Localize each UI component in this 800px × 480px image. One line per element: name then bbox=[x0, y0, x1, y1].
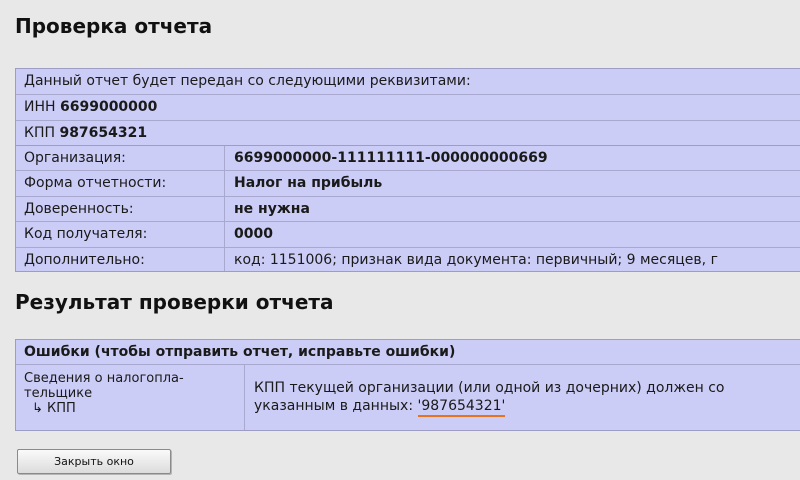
details-table: Организация: 6699000000-111111111-000000… bbox=[15, 145, 800, 272]
details-value: 0000 bbox=[234, 226, 273, 243]
error-field-line: Сведения о налогопла- bbox=[24, 371, 184, 386]
inn-row: ИНН 6699000000 bbox=[16, 95, 800, 121]
details-value: 6699000000-111111111-000000000669 bbox=[234, 150, 548, 166]
kpp-label: КПП bbox=[24, 125, 55, 141]
inn-value: 6699000000 bbox=[59, 99, 158, 115]
error-row: Сведения о налогопла- тельщике ↳ КПП КПП… bbox=[16, 365, 800, 430]
details-row-organization: Организация: 6699000000-111111111-000000… bbox=[16, 146, 800, 172]
error-subfield[interactable]: ↳ КПП bbox=[24, 401, 240, 416]
details-value: не нужна bbox=[234, 200, 310, 217]
errors-header: Ошибки (чтобы отправить отчет, исправьте… bbox=[16, 340, 800, 365]
details-value: Налог на прибыль bbox=[234, 175, 383, 192]
return-arrow-icon: ↳ bbox=[32, 401, 43, 416]
error-message: КПП текущей организации (или одной из до… bbox=[254, 379, 725, 417]
error-message-line: КПП текущей организации (или одной из до… bbox=[254, 380, 725, 396]
details-value: код: 1151006; признак вида документа: пе… bbox=[234, 251, 718, 268]
errors-table: Ошибки (чтобы отправить отчет, исправьте… bbox=[15, 339, 800, 431]
details-label: Форма отчетности: bbox=[24, 175, 167, 192]
details-label: Доверенность: bbox=[24, 200, 134, 217]
details-row-report-form: Форма отчетности: Налог на прибыль bbox=[16, 171, 800, 197]
report-check-title: Проверка отчета bbox=[15, 14, 213, 38]
error-message-prefix: указанным в данных: bbox=[254, 398, 418, 414]
requisites-intro: Данный отчет будет передан со следующими… bbox=[24, 73, 471, 89]
requisites-box: Данный отчет будет передан со следующими… bbox=[15, 68, 800, 146]
inn-label: ИНН bbox=[24, 99, 56, 115]
report-check-window: Проверка отчета Данный отчет будет перед… bbox=[0, 0, 800, 480]
error-field-line: тельщике bbox=[24, 386, 93, 401]
close-window-button[interactable]: Закрыть окно bbox=[17, 449, 171, 474]
details-row-recipient-code: Код получателя: 0000 bbox=[16, 222, 800, 248]
error-field: Сведения о налогопла- тельщике ↳ КПП bbox=[24, 371, 240, 416]
details-label: Дополнительно: bbox=[24, 251, 145, 268]
details-label: Организация: bbox=[24, 150, 126, 166]
requisites-intro-row: Данный отчет будет передан со следующими… bbox=[16, 69, 800, 95]
details-row-additional: Дополнительно: код: 1151006; признак вид… bbox=[16, 248, 800, 273]
error-kpp-value: '987654321' bbox=[417, 398, 506, 417]
kpp-value: 987654321 bbox=[59, 125, 148, 141]
kpp-row: КПП 987654321 bbox=[16, 121, 800, 147]
details-label: Код получателя: bbox=[24, 226, 148, 243]
check-result-title: Результат проверки отчета bbox=[15, 290, 334, 314]
error-subfield-label: КПП bbox=[47, 401, 76, 416]
details-row-power-of-attorney: Доверенность: не нужна bbox=[16, 197, 800, 223]
error-column-divider bbox=[244, 365, 245, 430]
